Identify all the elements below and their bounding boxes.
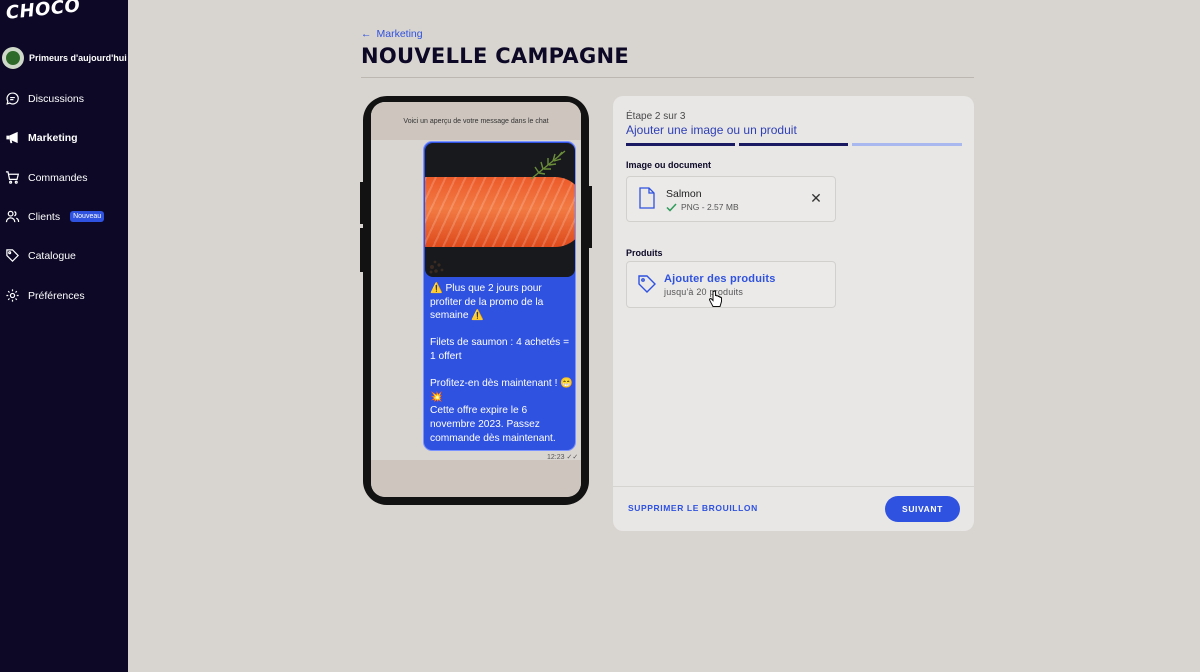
sidebar: CHOCO Primeurs d'aujourd'hui Discussions… — [0, 0, 128, 672]
file-card: Salmon PNG - 2.57 MB ✕ — [626, 176, 836, 222]
progress-step-3 — [852, 143, 962, 146]
panel-divider — [613, 486, 974, 487]
next-button[interactable]: SUIVANT — [885, 496, 960, 522]
sidebar-item-catalogue[interactable]: Catalogue — [5, 248, 76, 263]
sidebar-item-label: Clients — [28, 210, 61, 223]
progress-step-1 — [626, 143, 735, 146]
progress-step-2 — [739, 143, 848, 146]
megaphone-icon — [6, 131, 18, 144]
phone-side-button — [360, 228, 364, 272]
campaign-panel: Étape 2 sur 3 Ajouter une image ou un pr… — [613, 96, 974, 531]
sidebar-item-label: Catalogue — [28, 249, 76, 262]
preview-caption: Voici un aperçu de votre message dans le… — [371, 102, 581, 140]
tag-icon — [638, 275, 656, 293]
page-title: NOUVELLE CAMPAGNE — [361, 44, 630, 68]
check-icon — [666, 202, 677, 212]
shop-name: Primeurs d'aujourd'hui — [29, 53, 127, 63]
users-icon — [5, 210, 20, 223]
remove-file-button[interactable]: ✕ — [808, 190, 824, 206]
step-label: Étape 2 sur 3 — [626, 111, 686, 122]
avatar — [2, 47, 24, 69]
salmon-image — [425, 143, 575, 277]
sidebar-item-label: Commandes — [28, 171, 88, 184]
choco-logo[interactable]: CHOCO — [5, 0, 81, 24]
breadcrumb-link[interactable]: Marketing — [377, 28, 423, 40]
chat-bubble-icon — [6, 92, 19, 105]
image-section-label: Image ou document — [626, 160, 712, 170]
add-products-title: Ajouter des produits — [664, 273, 776, 285]
arrow-left-icon: ← — [361, 28, 372, 40]
new-badge: Nouveau — [70, 211, 105, 222]
hand-cursor-icon — [709, 290, 722, 307]
shop-switcher[interactable]: Primeurs d'aujourd'hui — [2, 47, 127, 69]
peppercorns-icon — [429, 260, 444, 274]
cart-icon — [5, 171, 20, 184]
breadcrumb[interactable]: ← Marketing — [361, 28, 423, 40]
phone-footer — [371, 460, 581, 497]
delete-draft-button[interactable]: SUPPRIMER LE BROUILLON — [628, 503, 758, 513]
add-products-button[interactable]: Ajouter des produits jusqu'à 20 produits — [626, 261, 836, 308]
sidebar-item-commandes[interactable]: Commandes — [5, 170, 88, 185]
sidebar-item-clients[interactable]: Clients Nouveau — [5, 209, 105, 224]
tag-icon — [6, 249, 19, 262]
gear-icon — [6, 289, 19, 302]
phone-side-button — [588, 186, 592, 248]
sidebar-item-label: Préférences — [28, 289, 85, 302]
sidebar-item-marketing[interactable]: Marketing — [5, 130, 78, 145]
step-title: Ajouter une image ou un produit — [626, 123, 797, 137]
file-name: Salmon — [666, 188, 702, 200]
sidebar-item-label: Discussions — [28, 92, 85, 105]
products-section-label: Produits — [626, 248, 663, 258]
file-meta: PNG - 2.57 MB — [666, 202, 739, 212]
sidebar-item-preferences[interactable]: Préférences — [5, 288, 85, 303]
add-products-subtitle: jusqu'à 20 produits — [664, 287, 744, 297]
sidebar-item-label: Marketing — [28, 131, 78, 144]
phone-screen: Voici un aperçu de votre message dans le… — [371, 102, 581, 497]
document-icon — [639, 187, 655, 209]
message-text: ⚠️ Plus que 2 jours pour profiter de la … — [430, 283, 573, 444]
close-icon: ✕ — [810, 190, 822, 206]
message-bubble: ⚠️ Plus que 2 jours pour profiter de la … — [423, 141, 576, 451]
sidebar-item-discussions[interactable]: Discussions — [5, 91, 84, 106]
header-divider — [361, 77, 974, 78]
phone-side-button — [360, 182, 364, 224]
herb-garnish-icon — [530, 150, 566, 180]
